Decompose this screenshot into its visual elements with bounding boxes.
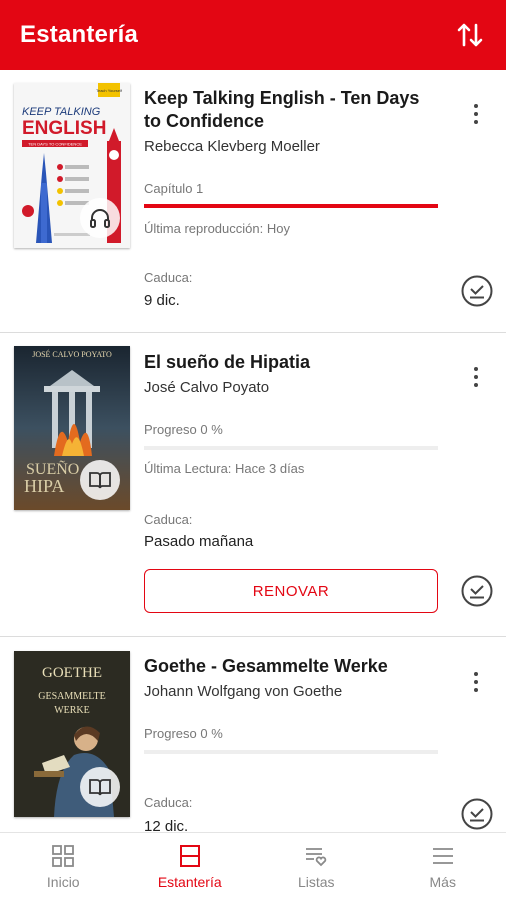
nav-label: Más — [429, 874, 456, 890]
return-check-icon[interactable] — [460, 574, 494, 608]
expires-value: Pasado mañana — [144, 533, 254, 550]
more-options-icon[interactable] — [464, 664, 488, 700]
shelf-list: Teach Yourself KEEP TALKING ENGLISH TEN … — [0, 70, 506, 832]
expires-value: 12 dic. — [144, 818, 189, 832]
bottom-navigation: Inicio Estantería Listas Más — [0, 832, 506, 900]
svg-text:GESAMMELTE: GESAMMELTE — [38, 691, 105, 702]
progress-bar — [144, 750, 438, 754]
book-author: Rebecca Klevberg Moeller — [144, 138, 320, 155]
nav-item-inicio[interactable]: Inicio — [0, 833, 127, 900]
menu-icon — [432, 848, 453, 864]
more-options-icon[interactable] — [464, 359, 488, 395]
last-played: Última reproducción: Hoy — [144, 221, 290, 236]
expires-label: Caduca: — [144, 270, 193, 285]
nav-label: Listas — [297, 874, 335, 890]
app-bar: Estantería — [0, 0, 506, 70]
last-read: Última Lectura: Hace 3 días — [144, 461, 305, 476]
book-card[interactable]: GOETHE GESAMMELTE WERKE Goethe - Gesamme… — [0, 637, 506, 832]
nav-item-listas[interactable]: Listas — [253, 833, 380, 900]
nav-label: Inicio — [46, 874, 80, 890]
progress-bar — [144, 446, 438, 450]
svg-text:KEEP TALKING: KEEP TALKING — [22, 106, 101, 118]
svg-text:GOETHE: GOETHE — [42, 665, 102, 681]
svg-text:ENGLISH: ENGLISH — [22, 118, 106, 139]
list-heart-icon — [306, 848, 327, 867]
svg-text:JOSÉ CALVO POYATO: JOSÉ CALVO POYATO — [32, 349, 112, 359]
book-title[interactable]: El sueño de Hipatia — [144, 351, 434, 374]
return-check-icon[interactable] — [460, 797, 494, 831]
progress-status: Progreso 0 % — [144, 422, 223, 437]
book-card[interactable]: JOSÉ CALVO POYATO SUEÑO HIPA El sueño de… — [0, 333, 506, 637]
nav-item-estanteria[interactable]: Estantería — [127, 833, 254, 900]
expires-label: Caduca: — [144, 512, 193, 527]
svg-text:WERKE: WERKE — [54, 705, 90, 716]
shelf-icon — [179, 845, 200, 867]
svg-text:HIPA: HIPA — [24, 476, 64, 496]
cover-badge-text: Teach Yourself — [96, 88, 123, 93]
book-cover[interactable]: GOETHE GESAMMELTE WERKE — [14, 651, 130, 817]
progress-status: Progreso 0 % — [144, 726, 223, 741]
book-card[interactable]: Teach Yourself KEEP TALKING ENGLISH TEN … — [0, 70, 506, 333]
book-icon — [80, 460, 120, 500]
grid-icon — [52, 845, 75, 867]
expires-label: Caduca: — [144, 795, 193, 810]
page-title: Estantería — [20, 21, 139, 48]
progress-bar — [144, 204, 438, 208]
return-check-icon[interactable] — [460, 274, 494, 308]
nav-label: Estantería — [157, 874, 222, 890]
nav-item-mas[interactable]: Más — [380, 833, 506, 900]
book-cover[interactable]: Teach Yourself KEEP TALKING ENGLISH TEN … — [14, 83, 130, 248]
book-title[interactable]: Keep Talking English - Ten Days to Confi… — [144, 87, 434, 133]
book-author: Johann Wolfgang von Goethe — [144, 683, 343, 700]
chapter-status: Capítulo 1 — [144, 181, 204, 196]
svg-text:TEN DAYS TO CONFIDENCE: TEN DAYS TO CONFIDENCE — [28, 142, 82, 147]
book-title[interactable]: Goethe - Gesammelte Werke — [144, 655, 434, 678]
sort-arrows-icon[interactable] — [454, 19, 486, 51]
book-author: José Calvo Poyato — [144, 379, 270, 396]
expires-value: 9 dic. — [144, 292, 180, 309]
progress-fill — [144, 204, 438, 208]
headphones-icon — [80, 198, 120, 238]
renew-button[interactable]: RENOVAR — [144, 569, 438, 613]
more-options-icon[interactable] — [464, 96, 488, 132]
book-cover[interactable]: JOSÉ CALVO POYATO SUEÑO HIPA — [14, 346, 130, 510]
book-icon — [80, 767, 120, 807]
